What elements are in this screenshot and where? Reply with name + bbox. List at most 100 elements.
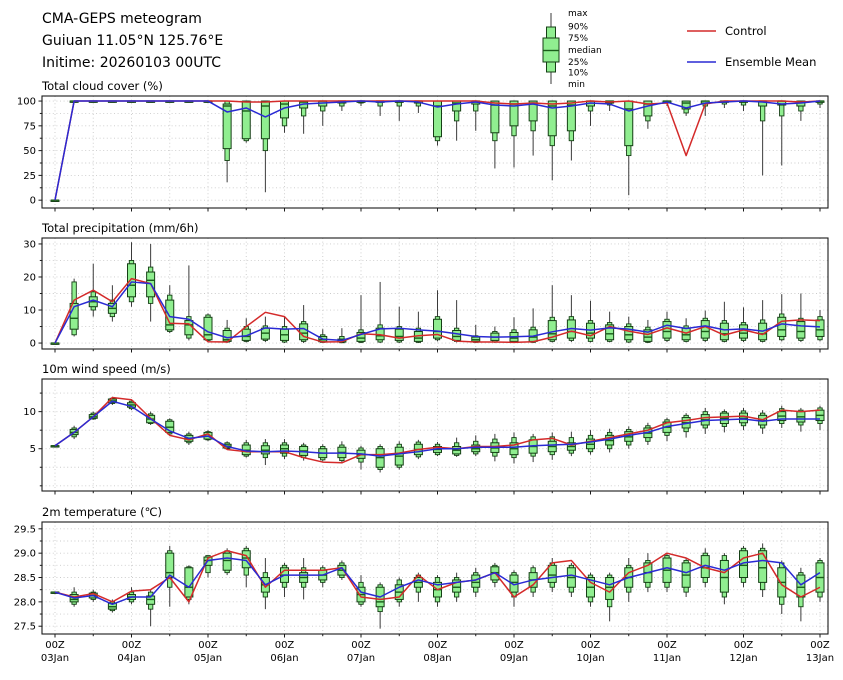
x-tick-label: 00Z <box>275 640 295 651</box>
box-whisker-group <box>758 543 768 597</box>
box-whisker-group <box>127 242 136 307</box>
legend-box-glyph: max 90%75% median 25%10%min <box>542 9 602 90</box>
box-whisker-group <box>471 100 481 131</box>
legend-box-label: 25% <box>568 58 588 68</box>
legend-box-label: max <box>568 9 588 19</box>
x-tick-label: 07Jan <box>347 653 375 664</box>
x-tick-label: 00Z <box>504 640 524 651</box>
y-tick-label: 29.5 <box>14 524 36 535</box>
box-whisker-group <box>452 572 462 602</box>
box-whisker-group <box>241 545 251 588</box>
meteogram-page: CMA-GEPS meteogram Guiuan 11.05°N 125.76… <box>0 0 843 680</box>
box-whisker-group <box>662 553 672 593</box>
box-whisker-group <box>299 100 309 134</box>
box-whisker-group <box>815 310 825 342</box>
y-tick-label: 5 <box>30 444 36 455</box>
legend-box-label: 75% <box>568 34 588 44</box>
y-tick-label: 25 <box>23 171 36 182</box>
x-tick-label: 06Jan <box>270 653 298 664</box>
box-whisker-group <box>50 199 60 202</box>
y-tick-label: 50 <box>23 146 36 157</box>
y-tick-label: 28.0 <box>14 597 36 608</box>
x-tick-label: 08Jan <box>423 653 451 664</box>
box-whisker-group <box>222 100 232 183</box>
box-whisker-group <box>547 432 557 460</box>
meteogram-chart: 0 25 50 75 100 0 10 20 30 5 10 27.5 28.0 28.5 29.0 29.5… <box>14 9 834 664</box>
box-whisker-group <box>452 100 462 141</box>
box-whisker-group <box>471 324 481 344</box>
x-tick-label: 00Z <box>810 640 830 651</box>
panel-temperature-2m: 27.5 28.0 28.5 29.0 29.5 <box>14 521 829 638</box>
box-whisker-group <box>796 100 806 121</box>
box-whisker-group <box>739 100 748 111</box>
x-axis-labels: 00Z 03Jan 00Z 04Jan 00Z 05Jan 00Z 06Jan 00Z 07Jan… <box>41 640 834 664</box>
y-tick-label: 0 <box>30 196 36 207</box>
box-whisker-group <box>719 553 729 605</box>
x-tick-label: 04Jan <box>117 653 145 664</box>
box-whisker-group <box>777 405 787 428</box>
box-whisker-group <box>471 567 481 597</box>
legend-box-label: 10% <box>568 69 588 79</box>
box-whisker-group <box>452 300 462 343</box>
box-whisker-group <box>681 558 691 597</box>
box-whisker-group <box>662 417 672 442</box>
legend-box-label: 90% <box>568 23 588 33</box>
box-whisker-group <box>50 445 60 448</box>
box-whisker-group <box>280 562 289 597</box>
box-whisker-group <box>719 409 729 433</box>
gridlines <box>42 379 828 491</box>
box-whisker-group <box>394 100 404 121</box>
box-whisker-group <box>547 285 557 343</box>
box-whisker-group <box>815 558 825 602</box>
x-tick-label: 00Z <box>581 640 601 651</box>
box-whisker-group <box>566 100 576 161</box>
box-whisker-group <box>203 313 213 343</box>
box-whisker-group <box>375 582 385 629</box>
box-whisker-group <box>50 342 60 345</box>
box-whisker-group <box>299 558 309 600</box>
box-whisker-group <box>452 437 462 457</box>
x-tick-label: 13Jan <box>806 653 834 664</box>
box-whisker-group <box>566 295 576 343</box>
box-whisker-group <box>815 405 825 431</box>
box-whisker-group <box>375 444 385 473</box>
x-tick-label: 00Z <box>734 640 754 651</box>
box-whisker-group <box>739 307 748 343</box>
y-tick-label: 28.5 <box>14 573 36 584</box>
x-tick-label: 05Jan <box>194 653 222 664</box>
y-tick-label: 75 <box>23 121 36 132</box>
y-tick-label: 30 <box>23 239 36 250</box>
x-tick-label: 09Jan <box>500 653 528 664</box>
legend-box-label: min <box>568 80 585 90</box>
x-tick-label: 11Jan <box>653 653 681 664</box>
box-whisker-group <box>758 100 768 176</box>
box-whisker-group <box>624 100 634 196</box>
box-whisker-group <box>509 317 519 344</box>
box-whisker-group <box>356 575 366 607</box>
box-whisker-group <box>528 308 538 344</box>
box-whisker-group <box>605 572 615 622</box>
x-tick-label: 12Jan <box>729 653 757 664</box>
y-tick-label: 10 <box>23 407 36 418</box>
box-whisker-group <box>719 301 729 343</box>
box-whisker-group <box>777 100 787 166</box>
y-tick-label: 0 <box>30 339 36 350</box>
x-tick-label: 00Z <box>198 640 218 651</box>
box-whisker-group <box>605 428 615 453</box>
box-whisker-group <box>241 318 251 343</box>
box-whisker-group <box>758 300 768 343</box>
x-tick-label: 03Jan <box>41 653 69 664</box>
box-whisker-group <box>777 294 787 342</box>
box-whisker-group <box>394 441 404 470</box>
box-whisker-group <box>413 311 423 344</box>
box-whisker-group <box>165 285 175 334</box>
box-whisker-group <box>509 100 519 168</box>
box-whisker-group <box>681 318 691 343</box>
legend-line-samples <box>687 30 716 63</box>
axis-ticks: 0 25 50 75 100 <box>17 97 821 212</box>
box-whisker-group <box>547 100 557 181</box>
y-tick-label: 100 <box>17 97 36 108</box>
panel-wind-speed-10m: 5 10 <box>23 378 829 495</box>
box-whisker-group <box>356 445 366 470</box>
x-tick-label: 10Jan <box>576 653 604 664</box>
